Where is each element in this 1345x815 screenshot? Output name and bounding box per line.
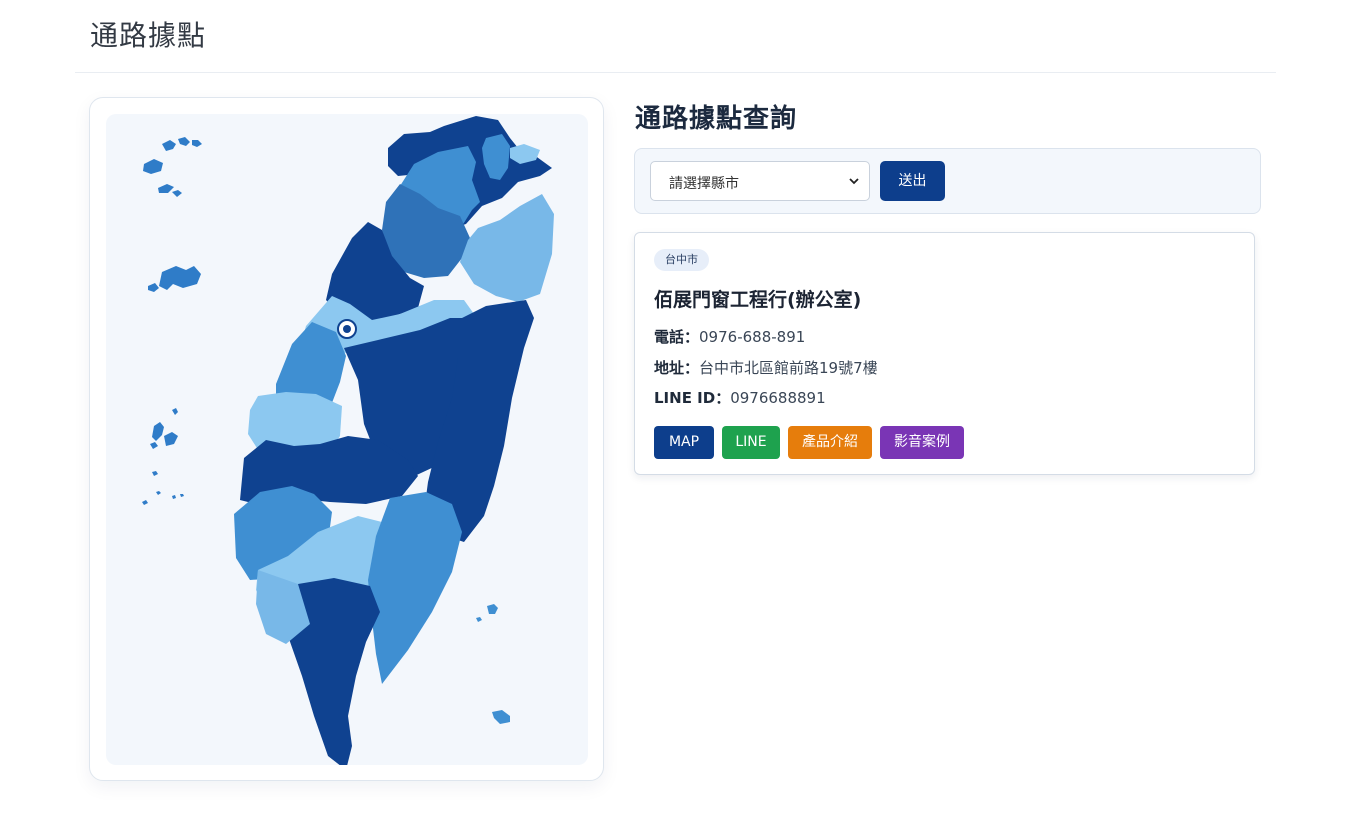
map-card xyxy=(89,97,604,781)
page-title: 通路據點 xyxy=(90,19,207,52)
location-pin-icon[interactable] xyxy=(337,319,357,339)
city-badge: 台中市 xyxy=(654,249,709,271)
submit-button[interactable]: 送出 xyxy=(880,161,945,201)
region-penghu[interactable] xyxy=(142,408,184,505)
phone-value: 0976-688-891 xyxy=(699,328,806,346)
store-line-id: LINE ID：0976688891 xyxy=(654,387,826,408)
video-button[interactable]: 影音案例 xyxy=(880,426,964,459)
product-button[interactable]: 產品介紹 xyxy=(788,426,872,459)
region-outlying-east[interactable] xyxy=(476,604,510,724)
address-value: 台中市北區館前路19號7樓 xyxy=(699,359,878,377)
city-select-value: 請選擇縣市 xyxy=(669,176,739,192)
region-kinmen[interactable] xyxy=(148,266,201,292)
chevron-down-icon xyxy=(849,178,859,185)
query-title: 通路據點查詢 xyxy=(635,104,798,134)
query-bar: 請選擇縣市 送出 xyxy=(634,148,1261,214)
store-phone: 電話：0976-688-891 xyxy=(654,326,805,347)
store-name: 佰展門窗工程行(辦公室) xyxy=(654,289,862,311)
taiwan-map-svg[interactable] xyxy=(106,114,588,765)
taiwan-map[interactable] xyxy=(106,114,588,765)
region-lienchiang[interactable] xyxy=(143,137,202,197)
phone-label: 電話： xyxy=(654,328,700,346)
city-select[interactable]: 請選擇縣市 xyxy=(650,161,870,201)
map-button[interactable]: MAP xyxy=(654,426,714,459)
line-button[interactable]: LINE xyxy=(722,426,780,459)
line-id-value: 0976688891 xyxy=(730,389,826,407)
region-taitung[interactable] xyxy=(368,492,462,684)
page-header: 通路據點 xyxy=(75,0,1276,73)
line-id-label: LINE ID： xyxy=(654,389,731,407)
store-address: 地址：台中市北區館前路19號7樓 xyxy=(654,357,878,378)
store-card: 台中市 佰展門窗工程行(辦公室) 電話：0976-688-891 地址：台中市北… xyxy=(634,232,1255,475)
address-label: 地址： xyxy=(654,359,700,377)
